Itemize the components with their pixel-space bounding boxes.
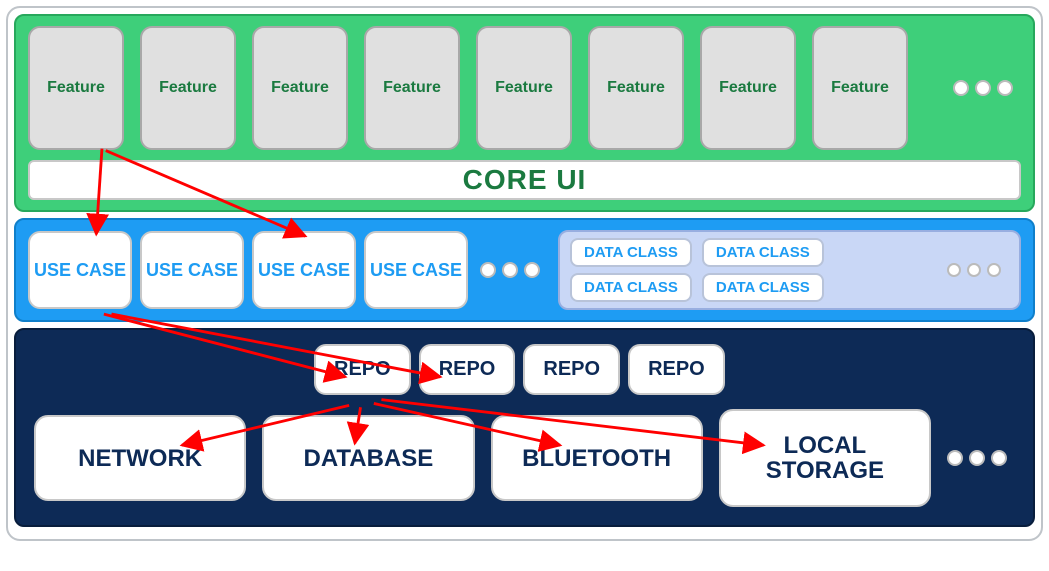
dataclass-box: DATA CLASS	[702, 273, 824, 302]
feature-label: Feature	[47, 79, 105, 97]
feature-label: Feature	[607, 79, 665, 97]
core-ui-label: CORE UI	[463, 164, 587, 195]
feature-box: Feature	[812, 26, 908, 150]
features-layer: Feature Feature Feature Feature Feature …	[14, 14, 1035, 212]
feature-label: Feature	[831, 79, 889, 97]
repo-label: REPO	[648, 358, 705, 380]
repo-row: REPO REPO REPO REPO	[314, 344, 1015, 395]
feature-label: Feature	[719, 79, 777, 97]
repo-label: REPO	[439, 358, 496, 380]
repo-box: REPO	[523, 344, 620, 395]
source-row: NETWORK DATABASE BLUETOOTH LOCAL STORAGE	[34, 409, 1015, 507]
ellipsis-icon	[480, 262, 540, 278]
ellipsis-icon	[953, 80, 1013, 96]
repo-label: REPO	[334, 358, 391, 380]
source-database: DATABASE	[262, 415, 474, 501]
feature-box: Feature	[252, 26, 348, 150]
source-label: BLUETOOTH	[522, 446, 671, 471]
feature-label: Feature	[383, 79, 441, 97]
usecase-row: USE CASE USE CASE USE CASE USE CASE	[28, 230, 548, 310]
repo-box: REPO	[314, 344, 411, 395]
feature-row: Feature Feature Feature Feature Feature …	[28, 26, 1021, 150]
dataclass-label: DATA CLASS	[716, 244, 810, 261]
usecase-box: USE CASE	[140, 231, 244, 309]
source-bluetooth: BLUETOOTH	[491, 415, 703, 501]
feature-box: Feature	[588, 26, 684, 150]
dataclass-label: DATA CLASS	[584, 244, 678, 261]
usecase-box: USE CASE	[364, 231, 468, 309]
feature-label: Feature	[271, 79, 329, 97]
architecture-diagram: Feature Feature Feature Feature Feature …	[6, 6, 1043, 541]
feature-box: Feature	[28, 26, 124, 150]
ellipsis-icon	[947, 263, 1001, 277]
usecase-box: USE CASE	[252, 231, 356, 309]
usecase-label: USE CASE	[258, 260, 350, 281]
feature-box: Feature	[364, 26, 460, 150]
core-ui-bar: CORE UI	[28, 160, 1021, 200]
dataclass-panel: DATA CLASS DATA CLASS DATA CLASS DATA CL…	[558, 230, 1021, 310]
data-layer: REPO REPO REPO REPO NETWORK DATABASE BLU…	[14, 328, 1035, 527]
dataclass-box: DATA CLASS	[702, 238, 824, 267]
source-local-storage: LOCAL STORAGE	[719, 409, 931, 507]
feature-label: Feature	[159, 79, 217, 97]
dataclass-box: DATA CLASS	[570, 238, 692, 267]
usecase-box: USE CASE	[28, 231, 132, 309]
source-label: NETWORK	[78, 446, 202, 471]
usecase-label: USE CASE	[146, 260, 238, 281]
feature-box: Feature	[700, 26, 796, 150]
source-network: NETWORK	[34, 415, 246, 501]
usecase-label: USE CASE	[370, 260, 462, 281]
dataclass-grid: DATA CLASS DATA CLASS DATA CLASS DATA CL…	[570, 238, 824, 302]
source-label: LOCAL STORAGE	[727, 433, 923, 483]
feature-box: Feature	[140, 26, 236, 150]
repo-label: REPO	[543, 358, 600, 380]
feature-box: Feature	[476, 26, 572, 150]
repo-box: REPO	[419, 344, 516, 395]
usecase-layer: USE CASE USE CASE USE CASE USE CASE DATA…	[14, 218, 1035, 322]
dataclass-label: DATA CLASS	[716, 279, 810, 296]
usecase-label: USE CASE	[34, 260, 126, 281]
feature-label: Feature	[495, 79, 553, 97]
source-label: DATABASE	[303, 446, 433, 471]
dataclass-box: DATA CLASS	[570, 273, 692, 302]
dataclass-label: DATA CLASS	[584, 279, 678, 296]
ellipsis-icon	[947, 450, 1007, 466]
repo-box: REPO	[628, 344, 725, 395]
